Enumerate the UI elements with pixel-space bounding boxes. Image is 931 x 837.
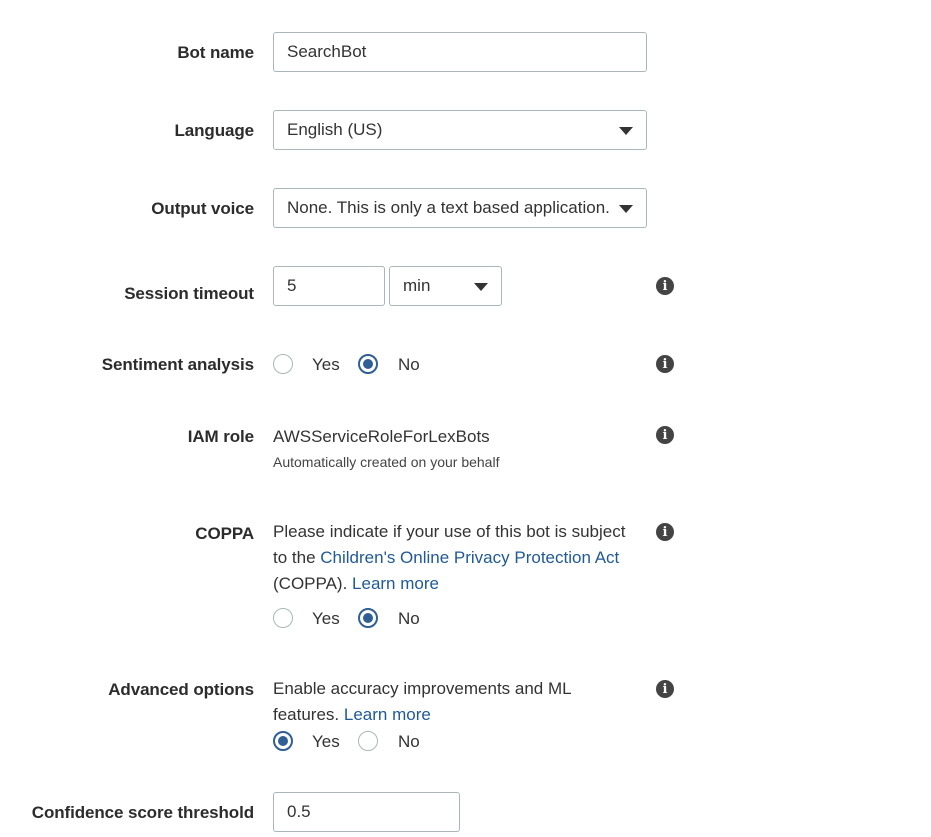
advanced-yes-label: Yes xyxy=(312,732,340,751)
info-icon[interactable]: i xyxy=(656,355,674,373)
coppa-learn-more-link[interactable]: Learn more xyxy=(352,574,439,593)
coppa-description: Please indicate if your use of this bot … xyxy=(273,519,653,597)
coppa-yes-radio[interactable] xyxy=(273,608,293,628)
info-icon[interactable]: i xyxy=(656,426,674,444)
iam-role-note: Automatically created on your behalf xyxy=(273,454,500,470)
info-icon[interactable]: i xyxy=(656,277,674,295)
sentiment-yes-radio[interactable] xyxy=(273,354,293,374)
session-timeout-label: Session timeout xyxy=(124,284,254,303)
advanced-text-line-2: features. Learn more xyxy=(273,702,653,728)
iam-role-label: IAM role xyxy=(187,427,254,446)
coppa-text-3: (COPPA). xyxy=(273,574,353,593)
session-timeout-unit: min xyxy=(403,276,431,295)
advanced-no-radio[interactable] xyxy=(358,731,378,751)
coppa-no-radio[interactable] xyxy=(358,608,378,628)
coppa-text-line-1: Please indicate if your use of this bot … xyxy=(273,522,626,541)
advanced-text-2: features. xyxy=(273,705,344,724)
coppa-no-label: No xyxy=(398,609,420,628)
sentiment-yes-label: Yes xyxy=(312,355,340,374)
coppa-text-line-3: (COPPA). Learn more xyxy=(273,571,653,597)
advanced-learn-more-link[interactable]: Learn more xyxy=(344,705,431,724)
advanced-text-line-1: Enable accuracy improvements and ML xyxy=(273,679,572,698)
caret-down-icon xyxy=(619,127,633,135)
language-select[interactable]: English (US) xyxy=(273,110,647,150)
coppa-text-2: to the xyxy=(273,548,321,567)
advanced-yes-radio[interactable] xyxy=(273,731,293,751)
session-timeout-value: 5 xyxy=(287,276,297,295)
bot-name-input[interactable]: SearchBot xyxy=(273,32,647,72)
confidence-threshold-label: Confidence score threshold xyxy=(31,803,254,822)
advanced-description: Enable accuracy improvements and ML feat… xyxy=(273,676,653,728)
info-icon[interactable]: i xyxy=(656,680,674,698)
sentiment-no-radio[interactable] xyxy=(358,354,378,374)
iam-role-value: AWSServiceRoleForLexBots xyxy=(273,427,490,446)
session-timeout-input[interactable]: 5 xyxy=(273,266,385,306)
coppa-label: COPPA xyxy=(195,524,254,543)
coppa-yes-label: Yes xyxy=(312,609,340,628)
sentiment-analysis-label: Sentiment analysis xyxy=(101,355,254,374)
sentiment-no-label: No xyxy=(398,355,420,374)
caret-down-icon xyxy=(474,283,488,291)
caret-down-icon xyxy=(619,205,633,213)
bot-name-value: SearchBot xyxy=(287,42,367,61)
advanced-options-label: Advanced options xyxy=(108,680,254,699)
language-value: English (US) xyxy=(287,120,383,139)
coppa-act-link[interactable]: Children's Online Privacy Protection Act xyxy=(320,548,619,567)
output-voice-label: Output voice xyxy=(151,199,254,218)
confidence-threshold-value: 0.5 xyxy=(287,802,311,821)
session-timeout-unit-select[interactable]: min xyxy=(389,266,502,306)
advanced-no-label: No xyxy=(398,732,420,751)
language-label: Language xyxy=(174,121,255,140)
coppa-text-line-2: to the Children's Online Privacy Protect… xyxy=(273,545,653,571)
bot-name-label: Bot name xyxy=(177,43,254,62)
info-icon[interactable]: i xyxy=(656,523,674,541)
output-voice-select[interactable]: None. This is only a text based applicat… xyxy=(273,188,647,228)
confidence-threshold-input[interactable]: 0.5 xyxy=(273,792,460,832)
output-voice-value: None. This is only a text based applicat… xyxy=(287,198,610,217)
